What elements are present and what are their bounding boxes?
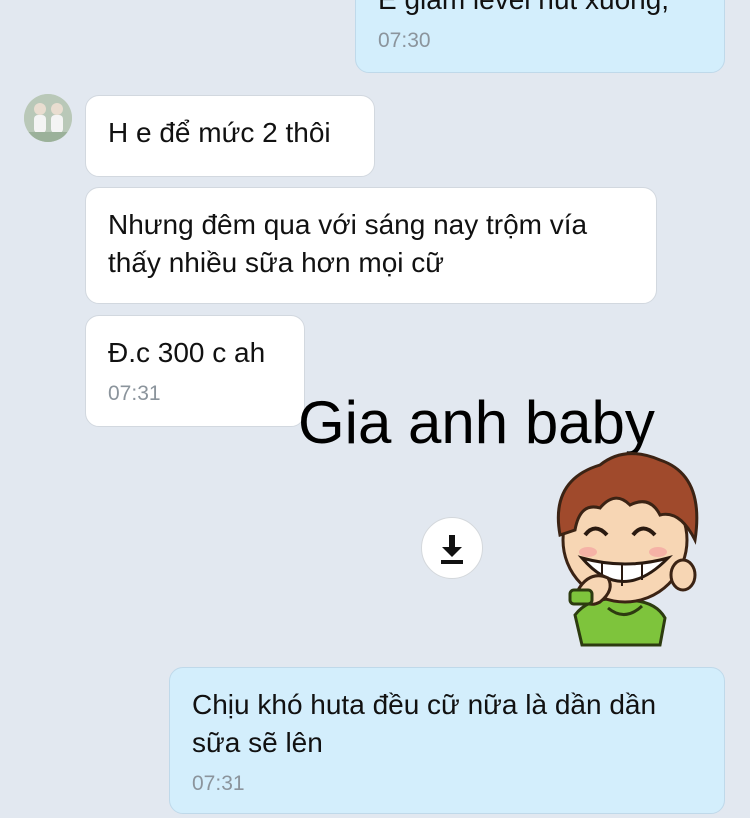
message-text-line: thấy nhiều sữa hơn mọi cữ bbox=[108, 247, 445, 278]
message-time: 07:31 bbox=[192, 772, 245, 795]
message-bubble-outgoing[interactable]: Chịu khó huta đều cữ nữa là dần dần sữa … bbox=[169, 667, 725, 814]
message-text-line: sữa sẽ lên bbox=[192, 727, 323, 758]
message-text-line: Chịu khó huta đều cữ nữa là dần dần bbox=[192, 689, 657, 720]
message-text-line: Đ.c 300 c ah bbox=[108, 337, 266, 368]
avatar-photo-icon bbox=[24, 94, 72, 142]
message-bubble-outgoing[interactable]: E giảm level hút xuống, 07:30 bbox=[355, 0, 725, 73]
message-bubble-incoming[interactable]: Nhưng đêm qua với sáng nay trộm vía thấy… bbox=[85, 187, 657, 304]
sticker-image[interactable] bbox=[530, 440, 720, 650]
message-text-line: E giảm level hút xuống, bbox=[378, 0, 702, 19]
download-sticker-button[interactable] bbox=[421, 517, 483, 579]
message-bubble-incoming[interactable]: H e để mức 2 thôi bbox=[85, 95, 375, 177]
download-icon bbox=[441, 535, 463, 564]
message-bubble-incoming[interactable]: Đ.c 300 c ah 07:31 bbox=[85, 315, 305, 427]
message-text-line: H e để mức 2 thôi bbox=[108, 117, 331, 148]
contact-avatar[interactable] bbox=[24, 94, 72, 142]
message-time: 07:30 bbox=[378, 29, 431, 52]
message-time: 07:31 bbox=[108, 382, 161, 405]
message-text-line: Nhưng đêm qua với sáng nay trộm vía bbox=[108, 209, 588, 240]
smiling-boy-sticker-icon bbox=[556, 452, 699, 647]
